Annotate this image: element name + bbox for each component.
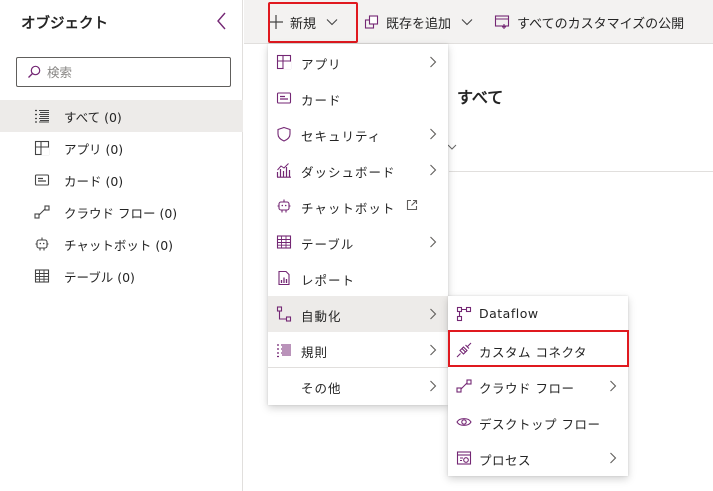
menu-item-app[interactable]: アプリ <box>268 44 448 80</box>
chevron-right-icon <box>430 236 437 248</box>
menu-item-label: カード <box>301 93 342 108</box>
submenu-item-desktop-flow[interactable]: デスクトップ フロー <box>448 404 628 440</box>
menu-item-label: レポート <box>301 273 356 288</box>
menu-item-label: テーブル <box>301 237 355 252</box>
nav-item-label: カード (0) <box>64 173 124 189</box>
automation-icon <box>276 306 292 322</box>
collapse-pane-button[interactable] <box>213 10 231 32</box>
chatbot-icon <box>35 237 49 251</box>
card-icon <box>34 174 50 186</box>
nav-item-cloud-flows[interactable]: クラウド フロー (0) <box>0 196 243 228</box>
external-link-icon <box>406 199 418 211</box>
nav-item-cards[interactable]: カード (0) <box>0 164 243 196</box>
chevron-right-icon <box>430 128 437 140</box>
chevron-right-icon <box>610 452 617 464</box>
header-divider <box>449 171 713 172</box>
menu-item-rules[interactable]: 規則 <box>268 332 448 368</box>
chevron-right-icon <box>430 308 437 320</box>
report-icon <box>278 270 290 286</box>
nav-item-label: チャットボット (0) <box>64 237 174 253</box>
plus-icon <box>269 15 283 29</box>
cloud-flow-icon <box>34 205 50 219</box>
menu-item-other[interactable]: その他 <box>268 368 448 404</box>
submenu-item-custom-connector[interactable]: カスタム コネクタ <box>448 332 628 368</box>
nav-item-label: クラウド フロー (0) <box>64 205 178 221</box>
custom-connector-icon <box>456 342 472 358</box>
table-icon <box>276 235 292 249</box>
chevron-right-icon <box>610 380 617 392</box>
menu-item-security[interactable]: セキュリティ <box>268 116 448 152</box>
automation-submenu: Dataflow カスタム コネクタ クラウド フロー デスクトップ フロー プ… <box>448 296 628 476</box>
menu-item-label: その他 <box>301 381 342 396</box>
process-icon <box>456 451 472 465</box>
page-title: すべて <box>457 88 504 107</box>
menu-item-dashboard[interactable]: ダッシュボード <box>268 152 448 188</box>
chevron-down-icon <box>326 19 338 26</box>
cloud-flow-icon <box>456 379 472 393</box>
nav-item-chatbots[interactable]: チャットボット (0) <box>0 228 243 260</box>
nav-item-label: すべて (0) <box>64 109 122 125</box>
publish-all-button[interactable]: すべてのカスタマイズの公開 <box>494 0 684 44</box>
objects-pane: オブジェクト すべて (0) <box>0 0 243 491</box>
submenu-item-label: Dataflow <box>479 306 539 321</box>
submenu-item-label: カスタム コネクタ <box>479 345 587 360</box>
command-bar: 新規 既存を追加 すべてのカスタマイズの公開 <box>244 0 713 44</box>
new-menu: アプリ カード セキュリティ ダッシュボード チャットボット テーブル レポート… <box>268 44 448 405</box>
submenu-item-label: デスクトップ フロー <box>479 417 601 432</box>
nav-item-all[interactable]: すべて (0) <box>0 100 243 132</box>
object-nav: すべて (0) アプリ (0) カード (0) クラウド フロー (0) チャッ… <box>0 100 243 292</box>
submenu-item-cloud-flow[interactable]: クラウド フロー <box>448 368 628 404</box>
menu-item-label: 自動化 <box>301 309 342 324</box>
chevron-left-icon <box>217 12 226 30</box>
add-existing-button[interactable]: 既存を追加 <box>364 0 473 44</box>
chatbot-icon <box>277 199 291 213</box>
submenu-item-dataflow[interactable]: Dataflow <box>448 296 628 332</box>
list-icon <box>35 109 49 123</box>
chevron-down-icon <box>461 19 473 26</box>
submenu-item-label: クラウド フロー <box>479 381 575 396</box>
chevron-right-icon <box>430 344 437 356</box>
app-icon <box>34 140 50 156</box>
chevron-right-icon <box>430 164 437 176</box>
publish-icon <box>494 15 510 29</box>
nav-item-apps[interactable]: アプリ (0) <box>0 132 243 164</box>
menu-item-report[interactable]: レポート <box>268 260 448 296</box>
chevron-down-icon[interactable] <box>447 142 457 152</box>
menu-item-label: セキュリティ <box>301 129 382 144</box>
nav-item-label: アプリ (0) <box>64 141 124 157</box>
new-button-label: 新規 <box>290 16 317 32</box>
menu-item-table[interactable]: テーブル <box>268 224 448 260</box>
table-icon <box>34 269 50 283</box>
search-input[interactable] <box>47 62 225 82</box>
dashboard-icon <box>276 163 291 178</box>
menu-item-automation[interactable]: 自動化 <box>268 296 448 332</box>
shield-icon <box>277 126 291 142</box>
rules-icon <box>277 344 291 358</box>
nav-item-label: テーブル (0) <box>64 269 135 285</box>
menu-item-label: アプリ <box>301 57 342 72</box>
publish-all-label: すべてのカスタマイズの公開 <box>517 16 685 32</box>
card-icon <box>276 92 292 104</box>
objects-title: オブジェクト <box>21 16 108 32</box>
maker-portal: オブジェクト すべて (0) <box>0 0 713 491</box>
submenu-item-label: プロセス <box>479 453 532 468</box>
chevron-right-icon <box>430 380 437 392</box>
chevron-right-icon <box>430 56 437 68</box>
desktop-flow-icon <box>456 418 472 426</box>
menu-item-chatbot[interactable]: チャットボット <box>268 188 448 224</box>
nav-item-tables[interactable]: テーブル (0) <box>0 260 243 292</box>
add-existing-icon <box>364 15 379 29</box>
add-existing-label: 既存を追加 <box>386 16 452 32</box>
search-box[interactable] <box>16 57 231 87</box>
submenu-item-process[interactable]: プロセス <box>448 440 628 476</box>
app-icon <box>276 54 292 70</box>
menu-item-label: 規則 <box>301 345 329 360</box>
menu-item-card[interactable]: カード <box>268 80 448 116</box>
dataflow-icon <box>456 306 472 322</box>
menu-item-label: ダッシュボード <box>301 165 396 180</box>
menu-item-label: チャットボット <box>301 201 396 216</box>
search-icon <box>28 65 41 78</box>
